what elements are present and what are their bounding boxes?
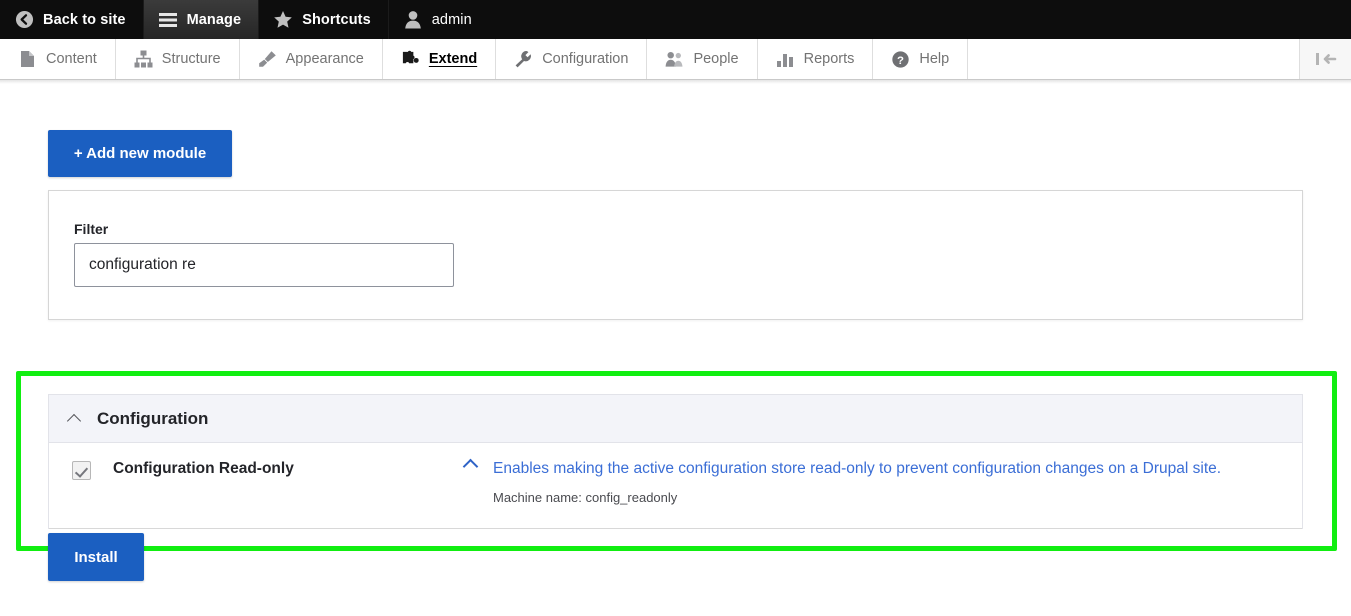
admin-bar-item-shortcuts[interactable]: Shortcuts xyxy=(259,0,389,39)
menu-item-help[interactable]: ? Help xyxy=(873,39,969,79)
menu-item-label: Reports xyxy=(803,51,855,67)
menu-bar-spacer xyxy=(968,39,1300,79)
back-arrow-icon xyxy=(14,10,34,30)
filter-panel: Filter xyxy=(48,190,1303,320)
module-name: Configuration Read-only xyxy=(113,460,294,477)
menu-item-label: Configuration xyxy=(542,51,629,67)
configuration-section-header[interactable]: Configuration xyxy=(49,395,1302,443)
wrench-icon xyxy=(514,50,533,69)
menu-item-label: People xyxy=(693,51,739,67)
paintbrush-icon xyxy=(258,50,277,69)
admin-bar-label: Back to site xyxy=(43,11,126,28)
admin-bar-item-manage[interactable]: Manage xyxy=(143,0,260,39)
admin-bar-label: Manage xyxy=(186,11,242,28)
admin-menu-bar: Content Structure Appearance Extend Conf… xyxy=(0,39,1351,80)
menu-item-people[interactable]: People xyxy=(647,39,758,79)
filter-input[interactable] xyxy=(74,243,454,287)
install-button[interactable]: Install xyxy=(48,533,144,581)
question-circle-icon: ? xyxy=(891,50,910,69)
svg-text:?: ? xyxy=(897,54,904,66)
module-enable-cell xyxy=(49,459,113,480)
menu-item-label: Structure xyxy=(161,51,221,67)
sitemap-icon xyxy=(134,50,153,69)
admin-bar-item-back-to-site[interactable]: Back to site xyxy=(0,0,144,39)
menu-item-configuration[interactable]: Configuration xyxy=(496,39,648,79)
menu-item-label: Content xyxy=(46,51,97,67)
hamburger-icon xyxy=(158,10,178,30)
admin-bar-item-user[interactable]: admin xyxy=(389,0,489,39)
module-description-link[interactable]: Enables making the active configuration … xyxy=(493,459,1221,478)
menu-item-label: Appearance xyxy=(285,51,364,67)
menu-item-reports[interactable]: Reports xyxy=(758,39,874,79)
puzzle-icon xyxy=(401,50,420,69)
collapse-sidebar-button[interactable] xyxy=(1300,39,1351,79)
bar-chart-icon xyxy=(776,50,795,69)
document-icon xyxy=(18,50,37,69)
admin-bar-label: admin xyxy=(431,11,472,28)
menu-item-extend[interactable]: Extend xyxy=(383,39,497,79)
menu-item-label: Extend xyxy=(428,51,478,67)
configuration-section-title: Configuration xyxy=(97,408,209,428)
add-new-module-button[interactable]: + Add new module xyxy=(48,130,232,177)
admin-toolbar: Back to site Manage Shortcuts admin xyxy=(0,0,1351,39)
collapse-sidebar-icon xyxy=(1314,51,1338,67)
configuration-section-panel: Configuration Configuration Read-only En… xyxy=(48,394,1303,529)
user-icon xyxy=(403,10,423,30)
module-row: Configuration Read-only Enables making t… xyxy=(49,443,1302,529)
chevron-up-icon xyxy=(67,414,83,424)
menu-item-appearance[interactable]: Appearance xyxy=(240,39,383,79)
filter-label: Filter xyxy=(74,221,109,237)
module-machine-name: Machine name: config_readonly xyxy=(493,490,678,506)
toolbar-shadow xyxy=(0,80,1351,84)
chevron-up-icon[interactable] xyxy=(463,459,479,469)
menu-item-label: Help xyxy=(919,51,950,67)
module-enable-checkbox[interactable] xyxy=(71,461,91,480)
star-icon xyxy=(273,10,293,30)
admin-bar-label: Shortcuts xyxy=(302,11,371,28)
module-description-cell: Enables making the active configuration … xyxy=(463,459,1302,505)
menu-item-content[interactable]: Content xyxy=(0,39,116,79)
people-icon xyxy=(665,50,684,69)
menu-item-structure[interactable]: Structure xyxy=(116,39,240,79)
